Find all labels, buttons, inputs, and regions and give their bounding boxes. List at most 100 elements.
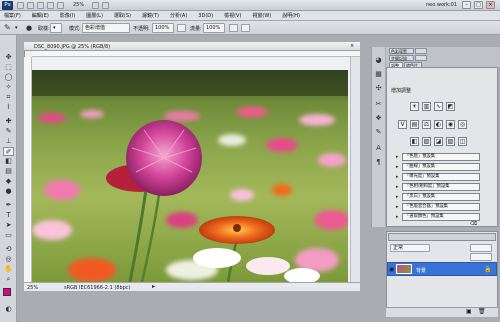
black-white-icon[interactable]: ◐ bbox=[434, 120, 443, 129]
layer-fill-input[interactable] bbox=[470, 253, 492, 261]
vibrance-icon[interactable]: V bbox=[398, 120, 407, 129]
zoom-tool-icon[interactable] bbox=[57, 2, 64, 9]
chevron-right-icon[interactable]: ▸ bbox=[396, 153, 400, 161]
minibridge-icon[interactable] bbox=[27, 2, 34, 9]
image-canvas[interactable] bbox=[32, 70, 348, 282]
status-info[interactable]: sRGB IEC61966-2.1 (8bpc) bbox=[64, 285, 131, 291]
marquee-tool-icon[interactable]: ⬚ bbox=[3, 63, 14, 72]
chevron-right-icon[interactable]: ▸ bbox=[396, 193, 400, 201]
chevron-right-icon[interactable]: ▸ bbox=[396, 213, 400, 221]
color-panel-icon[interactable]: ◕ bbox=[374, 56, 383, 65]
channel-mixer-icon[interactable]: ◎ bbox=[458, 120, 467, 129]
blend-mode-select[interactable]: 正常 bbox=[390, 244, 430, 252]
minimize-button[interactable]: – bbox=[462, 1, 471, 9]
styles-panel-icon[interactable]: ✣ bbox=[374, 84, 383, 93]
posterize-icon[interactable]: ▨ bbox=[422, 137, 431, 146]
chevron-right-icon[interactable]: ▸ bbox=[396, 203, 400, 211]
document-tab[interactable]: DSC_8090.JPG @ 25% (RGB/8) × bbox=[24, 42, 360, 51]
menu-window[interactable]: 視窗(W) bbox=[252, 12, 271, 19]
arrange-documents-icon[interactable] bbox=[92, 2, 99, 9]
quick-mask-icon[interactable]: ◐ bbox=[3, 305, 14, 314]
tab-secondary[interactable] bbox=[415, 48, 427, 54]
lasso-tool-icon[interactable]: ◯ bbox=[3, 73, 14, 82]
3d-orbit-tool-icon[interactable]: ◎ bbox=[3, 255, 14, 264]
hand-icon[interactable] bbox=[47, 2, 54, 9]
healing-brush-tool-icon[interactable]: ✚ bbox=[3, 117, 14, 126]
new-layer-icon[interactable]: ▣ bbox=[466, 308, 474, 316]
zoom-level[interactable]: 25% bbox=[73, 2, 84, 8]
photo-filter-icon[interactable]: ◉ bbox=[446, 120, 455, 129]
menu-view[interactable]: 檢視(V) bbox=[224, 12, 241, 19]
menu-layer[interactable]: 圖層(L) bbox=[86, 12, 103, 19]
type-tool-icon[interactable]: T bbox=[3, 211, 14, 220]
blur-tool-icon[interactable]: ◆ bbox=[3, 177, 14, 186]
brightness-icon[interactable]: ☀ bbox=[410, 102, 419, 111]
selective-color-icon[interactable]: ◫ bbox=[458, 137, 467, 146]
close-document-icon[interactable]: × bbox=[350, 43, 354, 49]
opacity-input[interactable]: 100% bbox=[152, 23, 174, 33]
brush-preset-icon[interactable]: ● bbox=[26, 24, 36, 32]
tab-actions[interactable] bbox=[415, 55, 427, 61]
panel-delete-icon[interactable]: ⌫ bbox=[470, 221, 478, 227]
quick-select-tool-icon[interactable]: ✧ bbox=[3, 83, 14, 92]
menu-help[interactable]: 說明(H) bbox=[282, 12, 300, 19]
chevron-right-icon[interactable]: ▸ bbox=[396, 173, 400, 181]
gradient-tool-icon[interactable]: ▤ bbox=[3, 167, 14, 176]
invert-icon[interactable]: ◧ bbox=[410, 137, 419, 146]
path-selection-tool-icon[interactable]: ➤ bbox=[3, 221, 14, 230]
tool-preset-icon[interactable]: ✎ bbox=[4, 24, 14, 32]
preset-black-white[interactable]: 「黑白」預設集 bbox=[402, 193, 480, 201]
tools-panel-icon[interactable]: ✂ bbox=[374, 100, 383, 109]
swatches-panel-icon[interactable]: ▦ bbox=[374, 70, 383, 79]
gradient-map-icon[interactable]: ▧ bbox=[446, 137, 455, 146]
hue-saturation-icon[interactable]: ▤ bbox=[410, 120, 419, 129]
vertical-scrollbar[interactable] bbox=[350, 57, 360, 282]
zoom-tool-icon[interactable]: ⌕ bbox=[3, 275, 14, 284]
chevron-right-icon[interactable]: ▸ bbox=[396, 183, 400, 191]
brush-tool-icon[interactable]: ✎ bbox=[3, 127, 14, 136]
sample-stepper[interactable]: ▾ bbox=[50, 23, 62, 33]
crop-tool-icon[interactable]: ⌗ bbox=[3, 93, 14, 102]
menu-image[interactable]: 影像(I) bbox=[60, 12, 75, 19]
preset-hue-saturation[interactable]: 「色相/飽和度」預設集 bbox=[402, 183, 480, 191]
menu-3d[interactable]: 3D(D) bbox=[198, 13, 213, 19]
brush-panel-icon[interactable]: ✎ bbox=[374, 128, 383, 137]
airbrush-icon[interactable] bbox=[229, 24, 238, 32]
preset-channel-mixer[interactable]: 「色版混合器」預設集 bbox=[402, 203, 480, 211]
layers-panel-tabs[interactable] bbox=[388, 233, 496, 241]
clone-stamp-tool-icon[interactable]: ⊥ bbox=[3, 137, 14, 146]
menu-file[interactable]: 檔案(F) bbox=[4, 12, 21, 19]
shape-tool-icon[interactable]: ▭ bbox=[3, 231, 14, 240]
levels-icon[interactable]: ▥ bbox=[422, 102, 431, 111]
trash-icon[interactable]: 🗑 bbox=[478, 308, 486, 316]
vertical-ruler[interactable] bbox=[24, 57, 32, 282]
preset-exposure[interactable]: 「曝光度」預設集 bbox=[402, 173, 480, 181]
paragraph-panel-icon[interactable]: ¶ bbox=[374, 158, 383, 167]
menu-analysis[interactable]: 分析(A) bbox=[170, 12, 187, 19]
status-zoom[interactable]: 25% bbox=[27, 285, 38, 291]
pressure-opacity-icon[interactable] bbox=[177, 24, 186, 32]
status-menu-icon[interactable]: ▸ bbox=[152, 283, 155, 290]
menu-filter[interactable]: 濾鏡(T) bbox=[142, 12, 159, 19]
exposure-icon[interactable]: ◩ bbox=[446, 102, 455, 111]
preset-levels[interactable]: 「色階」預設集 bbox=[402, 153, 480, 161]
curves-icon[interactable]: ∿ bbox=[434, 102, 443, 111]
pen-tool-icon[interactable]: ✒ bbox=[3, 201, 14, 210]
color-balance-icon[interactable]: ⚖ bbox=[422, 120, 431, 129]
character-panel-icon[interactable]: A bbox=[374, 144, 383, 153]
foreground-color-swatch[interactable] bbox=[3, 288, 11, 296]
close-button[interactable]: × bbox=[486, 1, 495, 9]
hand-tool-icon[interactable]: ✋ bbox=[3, 265, 14, 274]
tab-navigator[interactable]: 色彩導覽 bbox=[389, 48, 414, 54]
move-tool-icon[interactable]: ✥ bbox=[3, 53, 14, 62]
dodge-tool-icon[interactable]: ● bbox=[3, 187, 14, 196]
chevron-down-icon[interactable]: ▾ bbox=[15, 24, 21, 32]
maximize-button[interactable]: □ bbox=[474, 1, 483, 9]
mode-select[interactable]: 色彩增值 bbox=[82, 23, 130, 33]
workspace-switcher[interactable]: neo work:01 bbox=[426, 2, 457, 8]
screen-mode-icon[interactable] bbox=[102, 2, 109, 9]
horizontal-ruler[interactable] bbox=[32, 51, 360, 57]
chevron-right-icon[interactable]: ▸ bbox=[396, 163, 400, 171]
3d-rotate-tool-icon[interactable]: ⟲ bbox=[3, 245, 14, 254]
flow-input[interactable]: 100% bbox=[203, 23, 225, 33]
